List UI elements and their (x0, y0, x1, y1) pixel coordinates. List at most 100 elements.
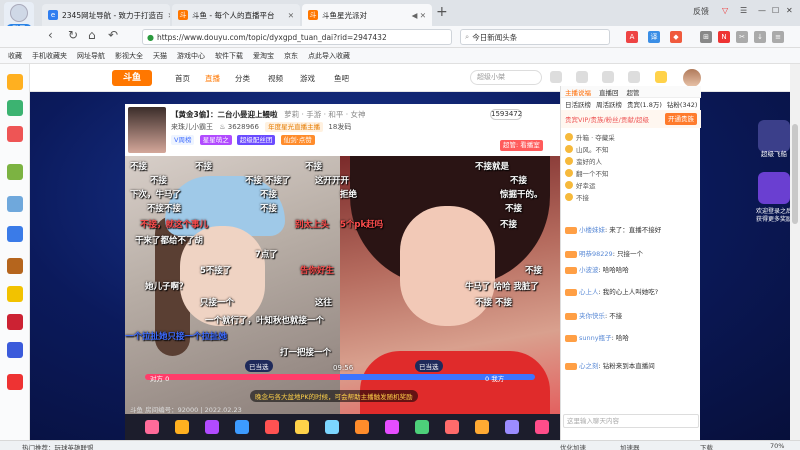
nav-live[interactable]: 直播 (205, 73, 220, 84)
rank-tag[interactable]: 年度星光直播主播 (265, 122, 324, 132)
page-scrollbar[interactable] (790, 64, 800, 440)
follow-icon[interactable] (576, 71, 588, 83)
zoom-level[interactable]: 70% (770, 442, 784, 450)
game5-icon[interactable] (7, 374, 23, 390)
cut-icon[interactable]: ✂ (736, 31, 748, 43)
undo-icon[interactable]: ↶ (108, 28, 118, 42)
weibo-icon[interactable] (7, 226, 23, 242)
bookmark-software[interactable]: 软件下载 (215, 51, 243, 61)
calendar-icon[interactable] (7, 126, 23, 142)
bookmark-nav[interactable]: 网址导航 (77, 51, 105, 61)
game-icon[interactable] (7, 164, 23, 180)
refresh-icon[interactable]: ↻ (68, 28, 78, 42)
anchor-name[interactable]: 来珠儿小霸王 (171, 123, 213, 131)
status-optimize[interactable]: 优化加速 (560, 442, 586, 450)
tab-anchor[interactable]: 主播说福 (565, 87, 591, 97)
bookmark-games[interactable]: 游戏中心 (177, 51, 205, 61)
status-download[interactable]: 下载 (700, 442, 713, 450)
rank-diamond[interactable]: 钻粉(342) (667, 99, 697, 109)
scroll-thumb[interactable] (792, 124, 798, 224)
nav-video[interactable]: 视频 (268, 73, 283, 84)
news-icon[interactable]: N (718, 31, 730, 43)
history-icon[interactable] (550, 71, 562, 83)
close-icon[interactable]: ✕ (164, 11, 170, 20)
translate-icon[interactable]: 译 (648, 31, 660, 43)
bookmark-video[interactable]: 影视大全 (115, 51, 143, 61)
close-icon[interactable]: ◀ ✕ (408, 11, 426, 20)
gift-icon[interactable] (535, 420, 549, 434)
address-bar[interactable]: ● https://www.douyu.com/topic/dyxgpd_tua… (142, 29, 452, 45)
tag[interactable]: 星星萌之 (199, 135, 232, 145)
reward-icon[interactable] (758, 172, 790, 204)
gift-icon[interactable] (265, 420, 279, 434)
puzzle-icon[interactable]: ◆ (670, 31, 682, 43)
gift-icon[interactable] (475, 420, 489, 434)
gift-icon[interactable] (295, 420, 309, 434)
tab-douyu-home[interactable]: 斗 斗鱼 - 每个人的直播平台 ✕ (172, 4, 300, 26)
douyu-logo[interactable]: 斗鱼 (112, 70, 152, 86)
clock-icon[interactable] (7, 100, 23, 116)
gift-icon[interactable] (355, 420, 369, 434)
shirt-icon[interactable]: ▽ (722, 6, 728, 15)
browser-search-box[interactable]: ⌕ 今日新闻头条 (460, 29, 610, 45)
bookmark-favorites[interactable]: 收藏 (8, 51, 22, 61)
gift-icon[interactable] (325, 420, 339, 434)
douyu-user-avatar[interactable] (683, 69, 701, 87)
menu-icon[interactable]: ☰ (740, 6, 747, 15)
tag[interactable]: V周榜 (171, 135, 195, 145)
new-tab-button[interactable]: + (436, 4, 448, 20)
back-icon[interactable]: ‹ (48, 28, 53, 42)
feedback-link[interactable]: 反馈 (693, 6, 709, 17)
game4-icon[interactable] (7, 342, 23, 358)
url-text[interactable]: https://www.douyu.com/topic/dyxgpd_tuan_… (157, 33, 387, 42)
douyu-search-input[interactable]: 超级小桀 (470, 70, 542, 85)
game2-icon[interactable] (7, 258, 23, 274)
gift-icon[interactable] (415, 420, 429, 434)
bookmark-mobile[interactable]: 手机收藏夹 (32, 51, 67, 61)
user-avatar-icon[interactable] (10, 4, 28, 22)
gift-icon[interactable] (145, 420, 159, 434)
chat-input[interactable]: 这里输入聊天内容 (563, 414, 699, 428)
extension-icon[interactable]: A (626, 31, 638, 43)
gift-icon[interactable] (385, 420, 399, 434)
gift-icon[interactable] (445, 420, 459, 434)
manager-badge[interactable]: 超管: 看播室 (500, 140, 543, 151)
status-hot[interactable]: 热门推荐：玩球英雄联盟 (22, 442, 94, 450)
nav-yuba[interactable]: 鱼吧 (334, 73, 349, 84)
search-text[interactable]: 今日新闻头条 (472, 32, 517, 43)
nav-category[interactable]: 分类 (235, 73, 250, 84)
music-icon[interactable] (7, 286, 23, 302)
app-icon[interactable] (7, 196, 23, 212)
minimize-icon[interactable]: — (758, 6, 766, 15)
tab-admin[interactable]: 超管 (627, 87, 640, 97)
anchor-avatar[interactable] (128, 107, 166, 153)
home-icon[interactable]: ⌂ (88, 28, 96, 42)
download-icon[interactable]: ↓ (754, 31, 766, 43)
tag[interactable]: 超级配丝团 (236, 135, 276, 145)
apps-grid-icon[interactable]: ⊞ (700, 31, 712, 43)
download-app-icon[interactable] (602, 71, 614, 83)
more-icon[interactable]: ≡ (772, 31, 784, 43)
gift-icon[interactable] (175, 420, 189, 434)
bookmark-tmall[interactable]: 天猫 (153, 51, 167, 61)
nav-home[interactable]: 首页 (175, 73, 190, 84)
tab-replay[interactable]: 直播回 (599, 87, 619, 97)
bookmark-import[interactable]: 点此导入收藏 (308, 51, 350, 61)
rank-vip[interactable]: 贵宾(1.8万) (627, 99, 662, 109)
spaceship-icon[interactable] (758, 120, 790, 152)
gift-icon[interactable] (235, 420, 249, 434)
game3-icon[interactable] (7, 314, 23, 330)
close-window-icon[interactable]: ✕ (786, 6, 793, 15)
star-icon[interactable] (7, 74, 23, 90)
rank-weekly[interactable]: 周活跃榜 (596, 99, 622, 109)
nav-game[interactable]: 游戏 (300, 73, 315, 84)
bookmark-jd[interactable]: 京东 (284, 51, 298, 61)
status-accelerator[interactable]: 加速器 (620, 442, 640, 450)
tag[interactable]: 仙剑·点赞 (280, 135, 315, 145)
bookmark-taobao[interactable]: 爱淘宝 (253, 51, 274, 61)
tab-2345[interactable]: e 2345网址导航 - 致力于打造百 ✕ (42, 4, 170, 26)
tab-douyu-party[interactable]: 斗 斗鱼星光派对 ◀ ✕ (302, 4, 432, 26)
maximize-icon[interactable]: ☐ (772, 6, 779, 15)
close-icon[interactable]: ✕ (284, 11, 294, 20)
open-vip-button[interactable]: 开通贵族 (665, 113, 697, 125)
